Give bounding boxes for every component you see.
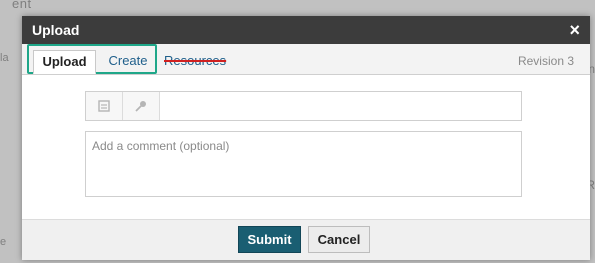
attachment-toolbar: [85, 91, 522, 121]
tab-resources[interactable]: Resources: [164, 50, 226, 74]
record-audio-button[interactable]: [123, 92, 160, 120]
attach-file-button[interactable]: [86, 92, 123, 120]
cancel-button[interactable]: Cancel: [308, 226, 370, 253]
dialog-title: Upload: [32, 22, 80, 38]
dialog-footer: Submit Cancel: [22, 219, 590, 260]
close-icon[interactable]: ×: [569, 21, 580, 39]
comment-input[interactable]: Add a comment (optional): [85, 131, 522, 197]
submit-button[interactable]: Submit: [238, 226, 301, 253]
tab-upload[interactable]: Upload: [33, 50, 96, 74]
revision-label: Revision 3: [517, 54, 574, 68]
dialog-titlebar: Upload ×: [22, 16, 590, 44]
tab-bar: Upload Create Resources Revision 3: [22, 44, 590, 75]
microphone-icon: [135, 101, 146, 112]
upload-dialog: Upload × Upload Create Resources Revisio…: [22, 16, 590, 260]
tab-create[interactable]: Create: [100, 50, 156, 74]
file-icon: [98, 100, 110, 112]
